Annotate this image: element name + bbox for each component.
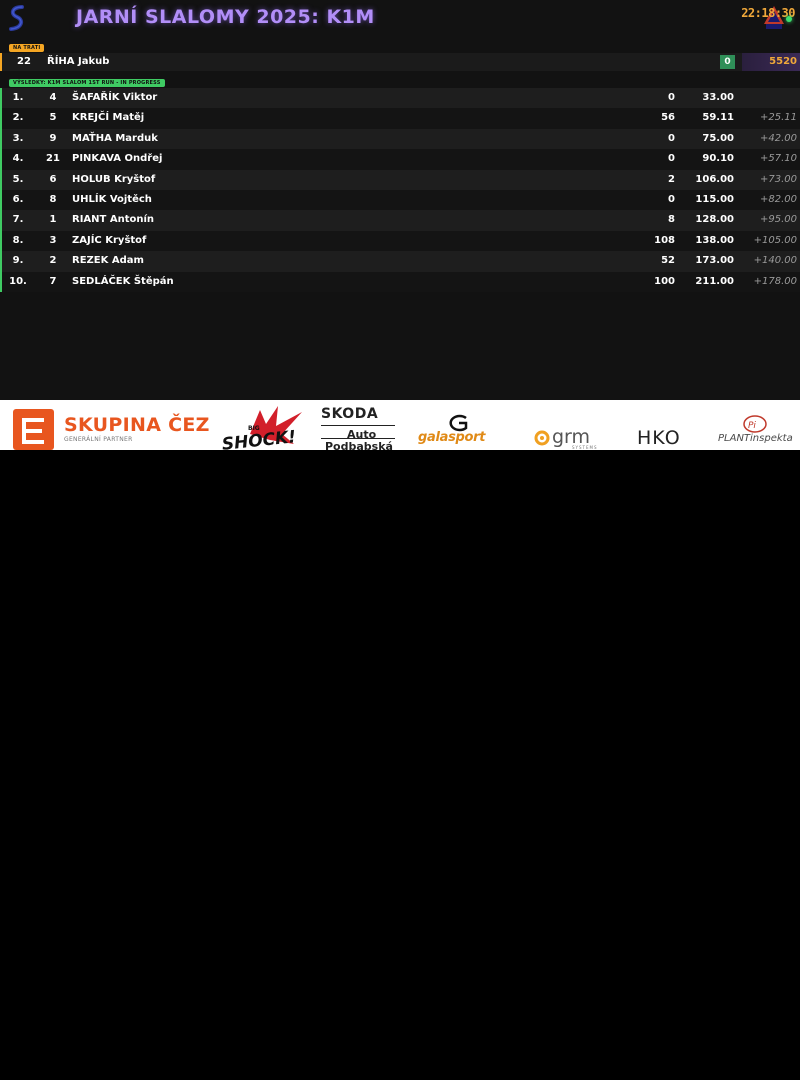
name-cell: UHLÍK Vojtěch [72,193,152,205]
time-cell: 138.00 [695,234,734,246]
rank-cell: 9. [12,255,24,267]
sponsor-grm-subtitle: SYSTEMS [572,445,598,450]
diff-cell: +105.00 [753,234,797,246]
table-row: 8. 3 ZAJÍC Kryštof 108 138.00 +105.00 [0,230,800,252]
page-title: JARNÍ SLALOMY 2025: K1M [76,6,375,28]
table-row: 6. 8 UHLÍK Vojtěch 0 115.00 +82.00 [0,189,800,211]
table-row: 2. 5 KREJČÍ Matěj 56 59.11 +25.11 [0,108,800,129]
bib-cell: 4 [49,92,57,103]
penalty-cell: 108 [654,234,675,246]
time-cell: 128.00 [695,214,734,226]
name-cell: MAŤHA Marduk [72,132,158,144]
diff-cell: +95.00 [759,214,797,226]
canoe-logo-icon [9,5,24,31]
diff-cell: +42.00 [759,132,797,144]
on-course-time-box: 5520 [742,53,800,71]
cez-logo-icon [13,409,54,450]
diff-cell: +57.10 [759,153,797,165]
svg-text:Pi: Pi [748,421,756,431]
sponsor-galasport-name: galasport [418,430,486,445]
penalty-cell: 2 [668,173,675,185]
time-cell: 33.00 [702,92,734,103]
bib-cell: 5 [49,112,57,124]
penalty-cell: 0 [668,193,675,205]
table-row: 4. 21 PINKAVA Ondřej 0 90.10 +57.10 [0,149,800,170]
sponsor-cez-subtitle: GENERÁLNÍ PARTNER [64,436,133,443]
svg-text:BIG: BIG [248,425,260,432]
big-shock-logo-icon: SHOCK! BIG [221,406,302,450]
time-cell: 59.11 [702,112,734,124]
rank-cell: 6. [12,193,24,205]
sponsor-skoda-name: SKODA [321,406,379,422]
table-row: 5. 6 HOLUB Kryštof 2 106.00 +73.00 [0,169,800,190]
bib-cell: 3 [49,234,57,246]
bib-cell: 21 [46,153,60,165]
diff-cell: +82.00 [759,193,797,205]
name-cell: SEDLÁČEK Štěpán [72,275,174,287]
penalty-cell: 56 [661,112,675,124]
name-cell: RIANT Antonín [72,214,155,226]
bib-cell: 7 [49,275,57,287]
sponsor-divider [321,438,395,439]
table-row: 9. 2 REZEK Adam 52 173.00 +140.00 [0,251,800,272]
bib-cell: 9 [49,132,57,144]
name-cell: ZAJÍC Kryštof [72,234,147,246]
penalty-cell: 52 [661,255,675,267]
table-row: 3. 9 MAŤHA Marduk 0 75.00 +42.00 [0,128,800,150]
name-cell: ŠAFAŘÍK Viktor [72,92,158,103]
time-cell: 173.00 [695,255,734,267]
table-row: 10. 7 SEDLÁČEK Štěpán 100 211.00 +178.00 [0,271,800,292]
live-indicator-icon [786,16,792,22]
time-cell: 75.00 [702,132,734,144]
on-course-time: 5520 [769,56,797,67]
penalty-cell: 8 [668,214,675,226]
sponsor-cez-name: SKUPINA ČEZ [64,414,210,436]
results-tag: VÝSLEDKY: K1M SLALOM 1ST RUN - IN PROGRE… [9,79,165,87]
results-table: 1. 4 ŠAFAŘÍK Viktor 0 33.00 2. 5 KREJČÍ Matěj 56… [0,88,800,292]
plantinspekta-logo-icon: Pi [743,415,767,433]
name-cell: HOLUB Kryštof [72,173,156,185]
penalty-cell: 0 [668,153,675,165]
bib-cell: 6 [49,173,57,185]
diff-cell: +140.00 [753,255,797,267]
rank-cell: 7. [12,214,24,226]
penalty-cell: 0 [668,132,675,144]
time-cell: 115.00 [695,193,734,205]
bib-cell: 8 [49,193,57,205]
diff-cell: +25.11 [759,112,797,124]
table-row: 7. 1 RIANT Antonín 8 128.00 +95.00 [0,210,800,231]
scoreboard: JARNÍ SLALOMY 2025: K1M 22:18:30 NA TRAT… [0,0,800,400]
on-course-penalty-badge: 0 [720,55,735,69]
sponsor-skoda-place: Podbabská [325,440,393,450]
sponsor-plantinspekta-name: PLANTinspekta [718,433,793,444]
rank-cell: 8. [12,234,24,246]
table-row: 1. 4 ŠAFAŘÍK Viktor 0 33.00 [0,88,800,109]
grm-logo-icon [534,430,550,446]
time-cell: 90.10 [702,153,734,165]
rank-cell: 2. [12,112,24,124]
sponsor-hko-name: HKO [637,427,681,449]
on-course-name: ŘÍHA Jakub [47,56,110,67]
rank-cell: 10. [9,275,27,287]
time-cell: 106.00 [695,173,734,185]
bib-cell: 1 [49,214,57,226]
name-cell: PINKAVA Ondřej [72,153,163,165]
name-cell: REZEK Adam [72,255,144,267]
diff-cell: +73.00 [759,173,797,185]
penalty-cell: 0 [668,92,675,103]
sponsor-bar: SKUPINA ČEZ GENERÁLNÍ PARTNER SHOCK! BIG… [0,400,800,450]
rank-cell: 5. [12,173,24,185]
rank-cell: 4. [12,153,24,165]
rank-cell: 1. [12,92,24,103]
sponsor-divider [321,425,395,426]
on-course-bib: 22 [17,56,31,67]
on-course-row: 22 ŘÍHA Jakub 0 5520 [0,53,800,71]
bib-cell: 2 [49,255,57,267]
diff-cell: +178.00 [753,275,797,287]
time-cell: 211.00 [695,275,734,287]
name-cell: KREJČÍ Matěj [72,112,145,124]
rank-cell: 3. [12,132,24,144]
on-course-tag: NA TRATI [9,44,45,52]
penalty-cell: 100 [654,275,675,287]
